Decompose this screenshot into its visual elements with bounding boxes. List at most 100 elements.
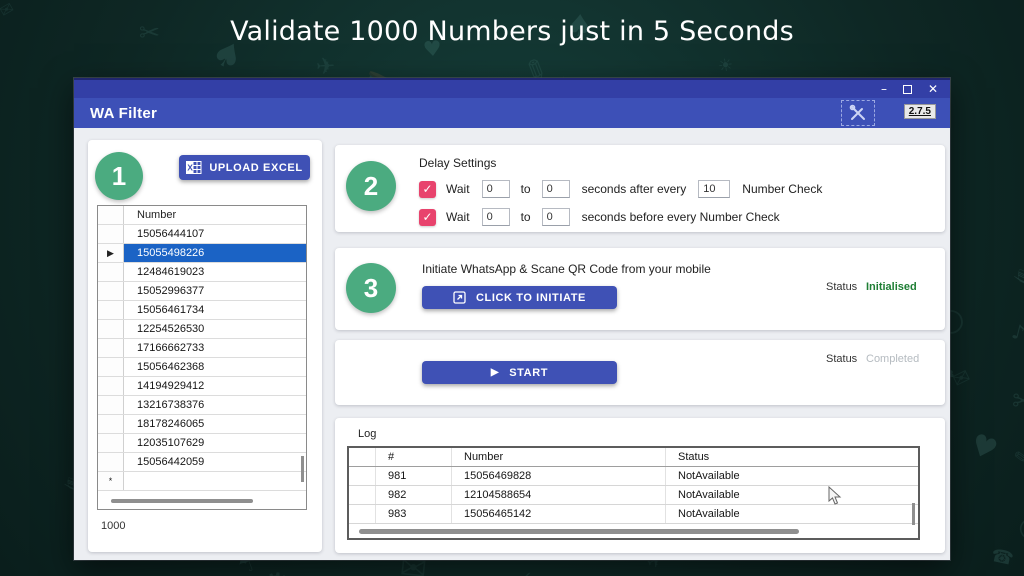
number-cell: 18178246065	[124, 415, 306, 433]
number-row[interactable]: ▶15055498226	[98, 244, 306, 263]
number-cell: 14194929412	[124, 377, 306, 395]
maximize-icon[interactable]	[903, 85, 912, 94]
number-row[interactable]: 13216738376	[98, 396, 306, 415]
page-title: Validate 1000 Numbers just in 5 Seconds	[0, 16, 1024, 47]
wait-after-max-input[interactable]	[542, 180, 570, 198]
number-row[interactable]: 14194929412	[98, 377, 306, 396]
log-status-cell: NotAvailable	[666, 486, 918, 504]
row-marker	[98, 282, 124, 300]
log-col-index: #	[376, 448, 452, 466]
row-marker	[98, 225, 124, 243]
minimize-icon[interactable]: –	[881, 83, 887, 95]
number-row[interactable]: 12484619023	[98, 263, 306, 282]
log-index-cell: 983	[376, 505, 452, 523]
log-status-cell: NotAvailable	[666, 467, 918, 485]
number-row[interactable]: 15056461734	[98, 301, 306, 320]
doodle-glyph: ✈	[315, 54, 336, 81]
initiate-status-value: Initialised	[866, 281, 917, 293]
excel-icon: X	[186, 161, 202, 174]
log-horizontal-scrollbar[interactable]	[359, 529, 799, 534]
wait-after-min-input[interactable]	[482, 180, 510, 198]
doodle-glyph: ✂	[512, 564, 538, 576]
log-number-cell: 15056469828	[452, 467, 666, 485]
close-icon[interactable]: ✕	[928, 83, 938, 95]
row-marker	[98, 320, 124, 338]
seconds-before-label: seconds before every Number Check	[582, 210, 780, 224]
number-check-count-input[interactable]	[698, 180, 730, 198]
number-cell: 12484619023	[124, 263, 306, 281]
window-frame-bar: – ✕	[74, 78, 950, 98]
log-col-number: Number	[452, 448, 666, 466]
log-row[interactable]: 98115056469828NotAvailable	[349, 467, 918, 486]
row-marker	[98, 339, 124, 357]
log-table-header: # Number Status	[349, 448, 918, 467]
log-col-status: Status	[666, 448, 918, 466]
log-panel: Log # Number Status 98115056469828NotAva…	[335, 418, 945, 553]
row-marker	[98, 453, 124, 471]
row-marker	[98, 415, 124, 433]
log-number-cell: 12104588654	[452, 486, 666, 504]
doodle-glyph: ○	[1014, 509, 1024, 546]
wait-before-min-input[interactable]	[482, 208, 510, 226]
row-marker: ▶	[98, 244, 124, 262]
settings-tools-button[interactable]	[841, 100, 875, 126]
wait-before-checkbox[interactable]: ✓	[419, 209, 436, 226]
log-number-cell: 15056465142	[452, 505, 666, 523]
doodle-glyph: ♥	[965, 426, 1002, 467]
number-row[interactable]: 15056442059	[98, 453, 306, 472]
number-row[interactable]: 18178246065	[98, 415, 306, 434]
seconds-after-label: seconds after every	[582, 182, 687, 196]
start-label: START	[509, 367, 548, 379]
title-bar: WA Filter 2.7.5	[74, 98, 950, 128]
row-marker	[349, 486, 376, 504]
numbers-grid: Number 15056444107▶150554982261248461902…	[97, 205, 307, 510]
number-row[interactable]: 12035107629	[98, 434, 306, 453]
to-label: to	[521, 210, 531, 224]
log-row[interactable]: 98315056465142NotAvailable	[349, 505, 918, 524]
log-index-cell: 981	[376, 467, 452, 485]
number-cell: 12035107629	[124, 434, 306, 452]
row-marker	[98, 396, 124, 414]
app-window: – ✕ WA Filter 2.7.5 1	[74, 78, 950, 560]
external-link-icon	[453, 291, 466, 304]
doodle-glyph: ✂	[1011, 383, 1024, 418]
number-row[interactable]: 15052996377	[98, 282, 306, 301]
log-index-cell: 982	[376, 486, 452, 504]
check-icon: ✓	[422, 210, 432, 224]
app-title: WA Filter	[74, 105, 157, 122]
start-panel: ▶ START Status Completed	[335, 340, 945, 405]
step-1-badge: 1	[95, 152, 143, 200]
upload-excel-button[interactable]: X UPLOAD EXCEL	[179, 155, 310, 180]
numbers-grid-header: Number	[98, 206, 306, 225]
grid-vertical-scrollbar[interactable]	[301, 456, 304, 482]
play-icon: ▶	[491, 367, 499, 378]
window-content: 1 X UPLOAD EXCEL Number 150564441	[74, 128, 950, 560]
to-label: to	[521, 182, 531, 196]
row-marker	[98, 358, 124, 376]
mouse-cursor	[828, 486, 842, 506]
doodle-glyph: ✉	[949, 364, 975, 393]
grid-horizontal-scrollbar[interactable]	[111, 499, 253, 503]
number-cell: 12254526530	[124, 320, 306, 338]
log-vertical-scrollbar[interactable]	[912, 503, 915, 525]
row-marker	[349, 467, 376, 485]
wait-after-checkbox[interactable]: ✓	[419, 181, 436, 198]
wrench-screwdriver-icon	[849, 104, 867, 122]
start-button[interactable]: ▶ START	[422, 361, 617, 384]
wait-label: Wait	[446, 210, 470, 224]
number-row[interactable]: 15056462368	[98, 358, 306, 377]
number-cell: 15056462368	[124, 358, 306, 376]
svg-text:X: X	[188, 163, 194, 173]
version-badge: 2.7.5	[904, 104, 936, 119]
click-to-initiate-button[interactable]: CLICK TO INITIATE	[422, 286, 617, 309]
number-cell: 15056444107	[124, 225, 306, 243]
row-marker	[98, 301, 124, 319]
number-check-label: Number Check	[742, 182, 822, 196]
wait-before-max-input[interactable]	[542, 208, 570, 226]
doodle-glyph: ✎	[1013, 447, 1024, 470]
number-row[interactable]: 12254526530	[98, 320, 306, 339]
number-row[interactable]: 17166662733	[98, 339, 306, 358]
delay-settings-panel: 2 Delay Settings ✓ Wait to seconds after…	[335, 145, 945, 232]
new-row[interactable]: *	[98, 472, 306, 491]
number-row[interactable]: 15056444107	[98, 225, 306, 244]
